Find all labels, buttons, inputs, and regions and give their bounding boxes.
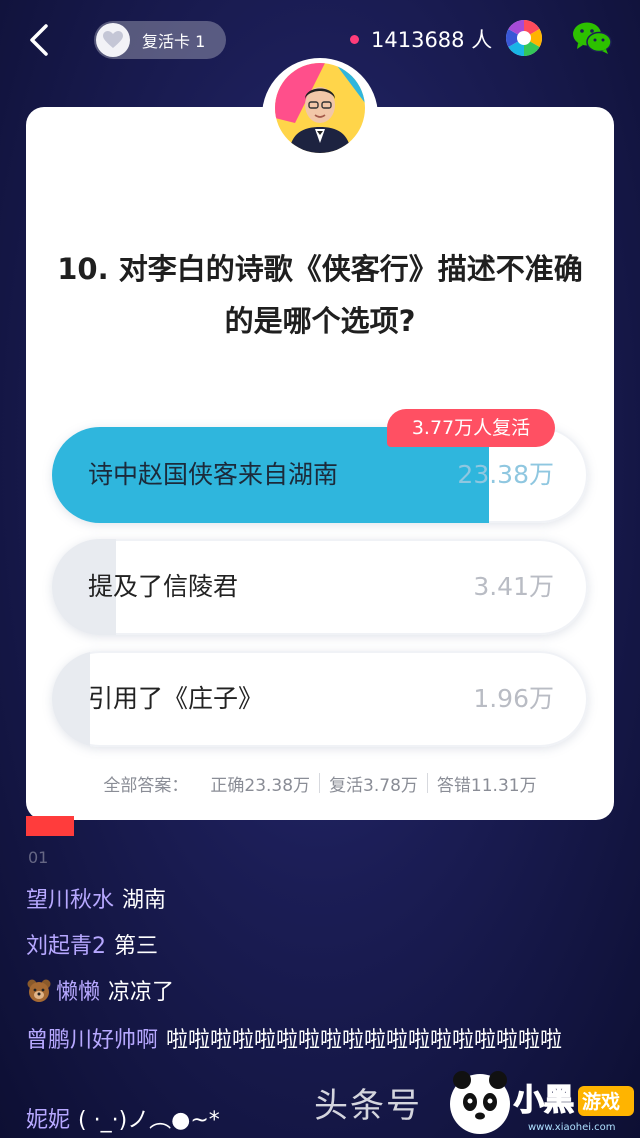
wechat-icon[interactable] <box>572 20 612 56</box>
viewer-count-text: 1413688 人 <box>371 28 493 52</box>
bear-icon <box>26 978 52 1004</box>
camera-aperture-icon[interactable] <box>504 18 544 58</box>
viewer-count: 1413688 人 <box>350 22 492 56</box>
comment-item: 刘起青2 第三 <box>26 930 586 964</box>
answer-summary: 全部答案： 正确23.38万 复活3.78万 答错11.31万 <box>26 767 614 799</box>
host-avatar <box>275 63 365 153</box>
question-text: 10. 对李白的诗歌《侠客行》描述不准确的是哪个选项? <box>57 252 583 338</box>
revive-count-badge: 3.77万人复活 <box>387 409 555 447</box>
option-3-label: 引用了《庄子》 <box>88 684 264 713</box>
option-3-count: 1.96万 <box>473 684 554 713</box>
comment-text: 湖南 <box>122 888 167 913</box>
comment-username[interactable]: 懒懒 <box>56 980 100 1005</box>
svg-text:www.xiaohei.com: www.xiaohei.com <box>528 1122 616 1133</box>
back-arrow-icon[interactable] <box>24 22 54 58</box>
revive-card-label: 复活卡 1 <box>142 32 206 51</box>
option-2-count: 3.41万 <box>473 572 554 601</box>
comment-text: 第三 <box>114 934 159 959</box>
comment-text: 凉凉了 <box>108 980 175 1005</box>
summary-label: 全部答案： <box>103 775 189 796</box>
option-1-label: 诗中赵国侠客来自湖南 <box>88 460 339 489</box>
question-card: 10. 对李白的诗歌《侠客行》描述不准确的是哪个选项? 诗中赵国侠客来自湖南 2… <box>26 107 614 820</box>
revive-card-button[interactable]: 复活卡 1 <box>94 21 226 59</box>
comment-text: 啦啦啦啦啦啦啦啦啦啦啦啦啦啦啦啦啦啦 <box>166 1028 563 1053</box>
option-2[interactable]: 提及了信陵君 3.41万 <box>52 539 588 635</box>
partial-label: 01 <box>28 848 49 867</box>
summary-correct: 正确23.38万 <box>210 775 311 796</box>
option-3-fill <box>52 651 90 747</box>
partial-tag <box>26 816 74 836</box>
live-dot-icon <box>350 34 359 44</box>
option-3[interactable]: 引用了《庄子》 1.96万 <box>52 651 588 747</box>
comment-item: 懒懒 凉凉了 <box>26 976 586 1010</box>
svg-text:游戏: 游戏 <box>582 1090 620 1113</box>
comment-username[interactable]: 刘起青2 <box>26 934 106 959</box>
svg-text:小黑: 小黑 <box>514 1083 574 1118</box>
comment-item: 望川秋水 湖南 <box>26 884 586 918</box>
comment-text: ( ·_·)ノ︵●~* <box>78 1108 220 1133</box>
divider <box>319 773 321 793</box>
comment-username[interactable]: 妮妮 <box>26 1108 70 1133</box>
watermark-text: 头条号 <box>314 1086 422 1126</box>
option-2-label: 提及了信陵君 <box>88 572 239 601</box>
comment-username[interactable]: 曾鹏川好帅啊 <box>26 1028 158 1053</box>
divider <box>426 773 428 793</box>
panda-logo-icon: 小黑 游戏 www.xiaohei.com <box>448 1064 638 1138</box>
summary-wrong: 答错11.31万 <box>436 775 537 796</box>
heart-icon <box>96 23 130 57</box>
comment-username[interactable]: 望川秋水 <box>26 888 114 913</box>
summary-revived: 复活3.78万 <box>329 775 418 796</box>
comment-item: 曾鹏川好帅啊 啦啦啦啦啦啦啦啦啦啦啦啦啦啦啦啦啦啦 <box>26 1024 586 1058</box>
